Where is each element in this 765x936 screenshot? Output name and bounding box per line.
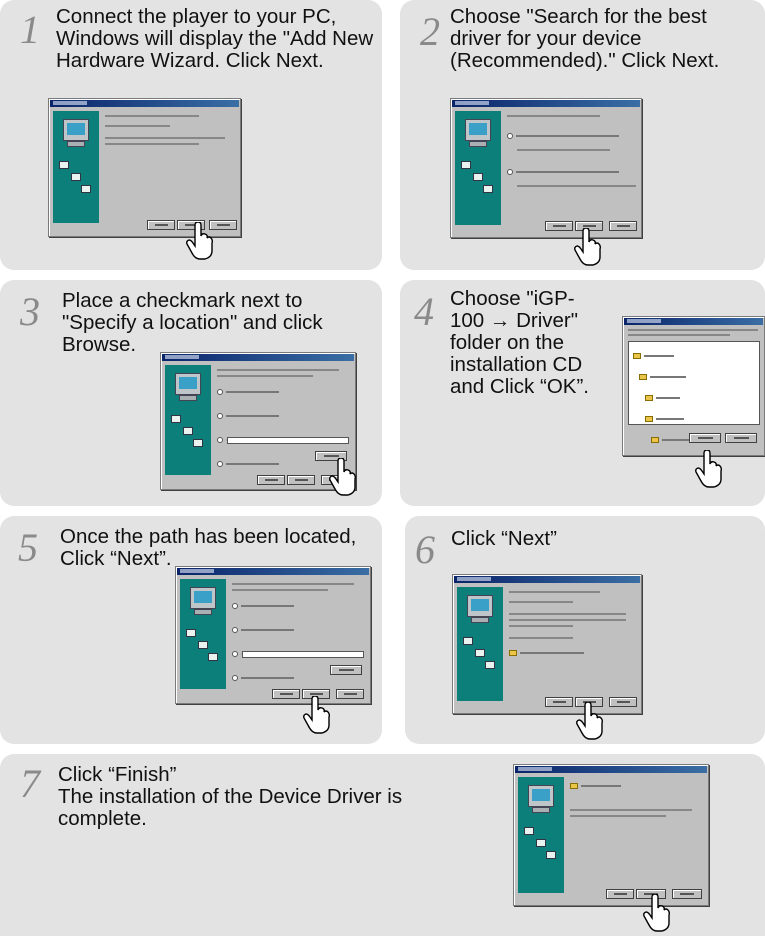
step-6-card: 6 Click “Next” (405, 516, 765, 744)
step-7-card: 7 Click “Finish” The installation of the… (0, 754, 765, 936)
wizard-screenshot (175, 566, 371, 704)
title-bar (50, 100, 239, 107)
step-instructions: Click “Finish” The installation of the D… (58, 763, 403, 830)
browse-folder-dialog (622, 316, 765, 456)
step-number: 5 (18, 525, 38, 570)
step-1-card: 1 Connect the player to your PC, Windows… (0, 0, 382, 270)
back-button (147, 220, 175, 230)
step-5-card: 5 Once the path has been located, Click … (0, 516, 382, 744)
hand-pointer-icon (643, 894, 671, 932)
wizard-panel (518, 777, 564, 893)
hand-pointer-icon (329, 458, 357, 496)
wizard-panel (165, 365, 211, 475)
wizard-screenshot (160, 352, 356, 490)
wizard-screenshot (48, 98, 241, 237)
step-3-card: 3 Place a checkmark next to "Specify a l… (0, 280, 382, 506)
wizard-screenshot (450, 98, 642, 238)
wizard-screenshot (452, 574, 642, 714)
wizard-panel (457, 587, 503, 701)
hand-pointer-icon (695, 450, 723, 488)
hand-pointer-icon (574, 228, 602, 266)
wizard-panel (53, 111, 99, 223)
hand-pointer-icon (186, 222, 214, 260)
step-number: 4 (414, 289, 434, 334)
step-instructions: Once the path has been located, Click “N… (60, 525, 357, 570)
wizard-screenshot (513, 764, 709, 906)
step-instructions: Click “Next” (451, 527, 557, 550)
step-number: 3 (20, 289, 40, 334)
step-instructions: Connect the player to your PC, Windows w… (56, 5, 374, 72)
step-number: 1 (20, 7, 40, 52)
wizard-panel (180, 579, 226, 689)
hand-pointer-icon (303, 696, 331, 734)
step-number: 2 (420, 9, 440, 54)
step-instructions: Choose "iGP- 100 → Driver" folder on the… (450, 287, 589, 398)
folder-tree (628, 341, 760, 443)
step-number: 7 (20, 761, 40, 806)
step-number: 6 (415, 527, 435, 572)
step-4-card: 4 Choose "iGP- 100 → Driver" folder on t… (400, 280, 765, 506)
step-instructions: Choose "Search for the best driver for y… (450, 5, 720, 72)
step-instructions: Place a checkmark next to "Specify a loc… (62, 289, 323, 356)
step-2-card: 2 Choose "Search for the best driver for… (400, 0, 765, 270)
wizard-panel (455, 111, 501, 225)
hand-pointer-icon (576, 702, 604, 740)
